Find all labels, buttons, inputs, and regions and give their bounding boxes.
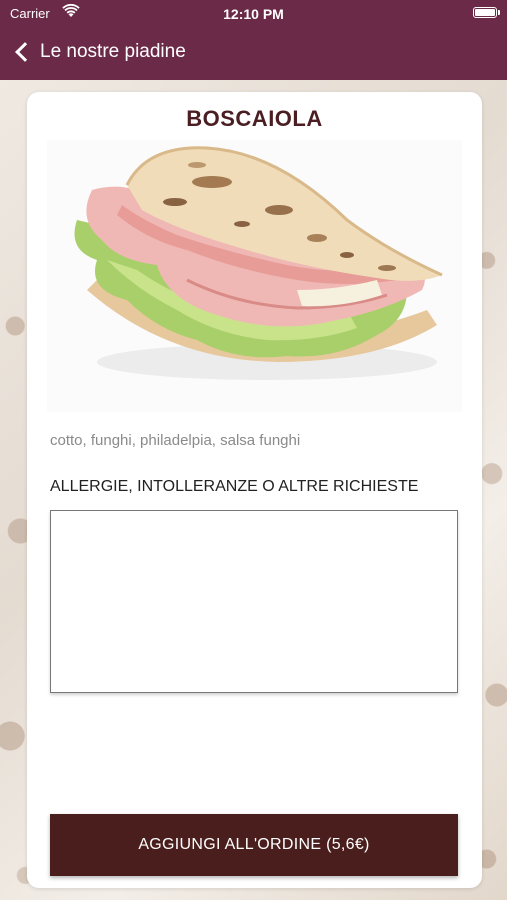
navigation-bar: Carrier 12:10 PM Le nostre piadine [0, 0, 507, 80]
battery-icon [473, 7, 500, 18]
back-button-label: Le nostre piadine [40, 41, 186, 62]
status-bar: Carrier 12:10 PM [0, 0, 507, 28]
notes-field[interactable] [50, 510, 458, 693]
chevron-left-icon [15, 42, 35, 62]
back-button[interactable]: Le nostre piadine [12, 36, 186, 68]
clock: 12:10 PM [223, 6, 284, 22]
notes-label: ALLERGIE, INTOLLERANZE O ALTRE RICHIESTE [50, 478, 419, 495]
product-card: BOSCAIOLA cotto, funghi, philadelpia, sa… [27, 92, 482, 888]
add-to-order-button[interactable]: AGGIUNGI ALL'ORDINE (5,6€) [50, 814, 458, 876]
piadina-photo [47, 140, 462, 412]
product-title: BOSCAIOLA [186, 106, 323, 131]
product-ingredients: cotto, funghi, philadelpia, salsa funghi [50, 432, 301, 449]
